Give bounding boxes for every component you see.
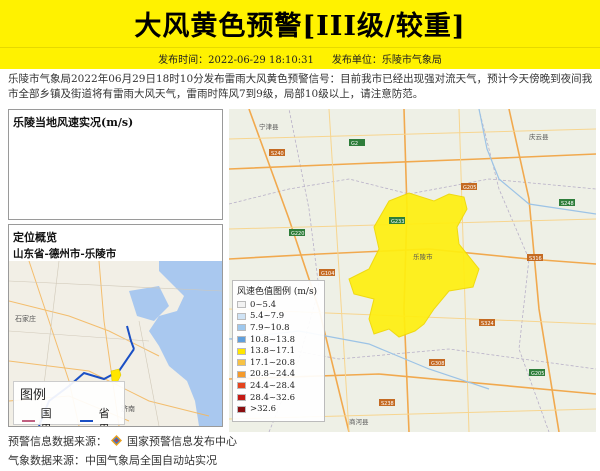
- alert-meta: 发布时间：2022-06-29 18:10:31 发布单位：乐陵市气象局: [0, 47, 600, 69]
- wind-legend-item: >32.6: [237, 403, 320, 415]
- road-shield-7: G2: [351, 141, 358, 147]
- wind-legend-swatch: [237, 370, 246, 378]
- province-border-label: 省界: [98, 407, 110, 426]
- road-shield-6: S240: [271, 151, 284, 157]
- wind-legend-swatch: [237, 382, 246, 390]
- wind-legend-swatch: [237, 359, 246, 367]
- wind-legend-item: 13.8~17.1: [237, 345, 320, 357]
- legend-item-province-border: 省界: [72, 405, 124, 426]
- road-shield-5: S248: [561, 201, 574, 207]
- wind-legend-item: 17.1~20.8: [237, 357, 320, 369]
- wind-legend-label: 28.4~32.6: [250, 392, 295, 403]
- national-border-label: 国界: [40, 407, 52, 426]
- wind-speed-legend: 风速色值图例 (m/s) 0~5.4 5.4~7.9 7.9~10.8 10.8~13…: [232, 280, 325, 422]
- place-label-1: 乐陵市: [413, 252, 433, 261]
- location-legend-title: 图例: [20, 388, 47, 403]
- wind-legend-item: 28.4~32.6: [237, 392, 320, 404]
- wind-legend-label: 7.9~10.8: [250, 322, 290, 333]
- wind-legend-item: 5.4~7.9: [237, 311, 320, 323]
- place-label-2: 宁津县: [259, 122, 279, 131]
- road-shield-2: G233: [391, 219, 404, 225]
- loc-city-label: 石家庄: [15, 314, 36, 323]
- road-shield-4: G104: [321, 271, 334, 277]
- wind-legend-swatch: [237, 336, 246, 344]
- wind-legend-label: 24.4~28.4: [250, 380, 295, 391]
- wind-legend-label: 5.4~7.9: [250, 311, 285, 322]
- wind-legend-swatch: [237, 347, 246, 355]
- road-shield-10: G205: [531, 371, 544, 377]
- wind-speed-panel: 乐陵当地风速实况(m/s): [8, 109, 223, 220]
- wind-legend-label: 0~5.4: [250, 299, 277, 310]
- road-shield-1: G205: [463, 185, 476, 191]
- province-border-swatch: [80, 420, 93, 422]
- wind-legend-swatch: [237, 405, 246, 413]
- location-path: 山东省-德州市-乐陵市: [13, 248, 117, 260]
- wind-speed-title: 乐陵当地风速实况(m/s): [13, 116, 134, 129]
- place-label-4: 商河县: [349, 417, 369, 426]
- location-title: 定位概览: [13, 231, 57, 244]
- road-shield-9: G308: [431, 361, 444, 367]
- wind-legend-label: 13.8~17.1: [250, 346, 295, 357]
- wind-legend-items: 0~5.4 5.4~7.9 7.9~10.8 10.8~13.8 13.8~17.1 17…: [237, 299, 320, 415]
- wind-legend-swatch: [237, 394, 246, 402]
- source1-label: 预警信息数据来源：: [8, 435, 107, 448]
- wind-legend-title: 风速色值图例 (m/s): [237, 287, 318, 297]
- road-shield-11: S238: [381, 401, 394, 407]
- wind-legend-item: 0~5.4: [237, 299, 320, 311]
- footer-source-2: 气象数据来源：中国气象局全国自动站实况: [8, 454, 217, 467]
- publish-unit: 发布单位：乐陵市气象局: [331, 55, 442, 66]
- wind-legend-swatch: [237, 324, 246, 332]
- road-shield-3: S316: [529, 256, 542, 262]
- footer-source-1: 预警信息数据来源： 国家预警信息发布中心: [8, 433, 237, 449]
- location-map[interactable]: 石家庄 济南 图例 国界 省界: [9, 261, 222, 426]
- alert-title: 大风黄色预警[III级/较重]: [134, 11, 466, 42]
- main-map[interactable]: G205 G233 S316 G104 S248 S240 G2 S324 G3…: [229, 109, 596, 432]
- wind-legend-item: 24.4~28.4: [237, 380, 320, 392]
- road-shield-12: G220: [291, 231, 304, 237]
- wind-legend-label: 10.8~13.8: [250, 334, 295, 345]
- legend-item-national-border: 国界: [14, 405, 66, 426]
- location-panel: 定位概览 山东省-德州市-乐陵市 石家庄 济南 图例 国 省: [8, 224, 223, 427]
- road-shield-8: S324: [481, 321, 494, 327]
- alert-description: 乐陵市气象局2022年06月29日18时10分发布雷雨大风黄色预警信号：目前我市…: [8, 73, 593, 100]
- wind-legend-label: >32.6: [250, 404, 277, 415]
- wind-legend-item: 10.8~13.8: [237, 334, 320, 346]
- location-legend: 图例 国界 省界: [13, 381, 125, 426]
- wind-legend-swatch: [237, 312, 246, 320]
- place-label-3: 庆云县: [529, 132, 549, 141]
- wind-legend-label: 20.8~24.4: [250, 369, 295, 380]
- source1-value[interactable]: 国家预警信息发布中心: [127, 435, 237, 448]
- warning-center-logo-icon: [110, 435, 122, 446]
- publish-time: 发布时间：2022-06-29 18:10:31: [158, 55, 314, 66]
- wind-legend-swatch: [237, 301, 246, 309]
- wind-legend-item: 20.8~24.4: [237, 369, 320, 381]
- national-border-swatch: [22, 420, 35, 422]
- alert-banner: 大风黄色预警[III级/较重]: [0, 0, 600, 47]
- wind-legend-label: 17.1~20.8: [250, 357, 295, 368]
- wind-legend-item: 7.9~10.8: [237, 322, 320, 334]
